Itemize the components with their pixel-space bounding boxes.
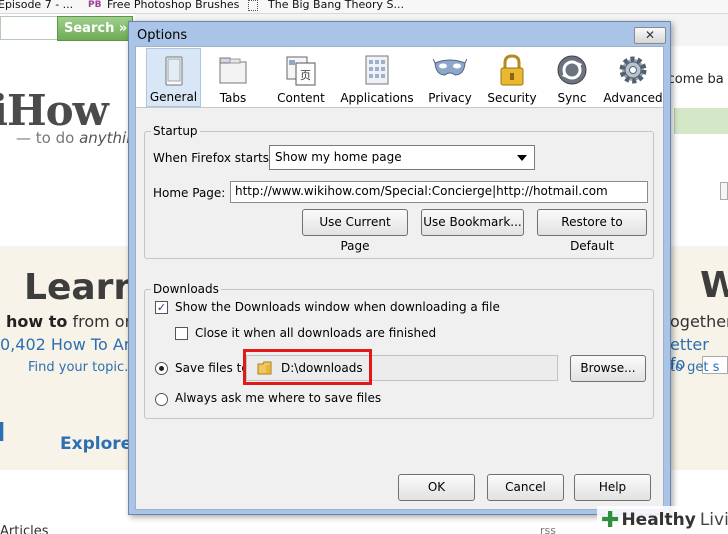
page-icon xyxy=(248,0,258,11)
tab-sync-label: Sync xyxy=(557,91,587,105)
hero-right-link[interactable]: to get s xyxy=(670,360,719,375)
site-tagline: — to do anything xyxy=(16,129,145,147)
always-ask-radio[interactable] xyxy=(155,393,168,406)
sync-icon xyxy=(557,55,587,85)
tagline-prefix: — to do xyxy=(16,129,80,147)
tab-tabs-label: Tabs xyxy=(219,91,247,105)
options-dialog: Options ✕ General Tabs 页 Content Applica… xyxy=(128,21,671,515)
tab-advanced-label: Advanced xyxy=(603,91,663,105)
ok-button[interactable]: OK xyxy=(398,474,475,501)
tab-security[interactable]: Security xyxy=(482,48,542,107)
site-search-bar: Search » xyxy=(0,14,135,46)
hero-howto-bold: how to xyxy=(6,312,68,331)
close-icon: ✕ xyxy=(644,28,656,42)
highlight-box xyxy=(243,349,372,385)
healthy-plus-icon: ✚ xyxy=(601,507,620,533)
when-firefox-starts-select[interactable]: Show my home page xyxy=(269,145,535,170)
hero-left-mark: I xyxy=(0,418,6,448)
dialog-titlebar[interactable]: Options ✕ xyxy=(129,22,670,46)
bookmark-free-photoshop-brushes[interactable]: Free Photoshop Brushes xyxy=(107,0,239,11)
home-page-input[interactable]: http://www.wikihow.com/Special:Concierge… xyxy=(230,181,648,203)
checkmark-icon: ✓ xyxy=(156,301,167,314)
wikihow-logo[interactable]: iHow xyxy=(0,86,109,135)
when-firefox-starts-value: Show my home page xyxy=(275,150,402,164)
help-button[interactable]: Help xyxy=(574,474,651,501)
close-when-finished-label[interactable]: Close it when all downloads are finished xyxy=(195,326,436,340)
cancel-button[interactable]: Cancel xyxy=(487,474,564,501)
tabs-icon xyxy=(219,57,247,84)
when-firefox-starts-label: When Firefox starts: xyxy=(153,151,274,165)
tab-general[interactable]: General xyxy=(146,48,201,107)
close-when-finished-checkbox[interactable] xyxy=(175,327,188,340)
rss-link[interactable]: rss xyxy=(540,524,556,534)
bookmark-episode-7[interactable]: Episode 7 - ... xyxy=(0,0,73,11)
tab-tabs[interactable]: Tabs xyxy=(207,48,259,107)
bookmarks-bar: Episode 7 - ... PB Free Photoshop Brushe… xyxy=(0,0,728,14)
use-bookmark-button[interactable]: Use Bookmark... xyxy=(421,209,524,236)
content-icon: 页 xyxy=(286,56,316,86)
explore-link[interactable]: Explore xyxy=(60,434,132,454)
options-toolbar: General Tabs 页 Content Applications Priv… xyxy=(136,47,663,108)
healthy-living-watermark: ✚ Healthy Living xyxy=(597,506,728,534)
tab-sync[interactable]: Sync xyxy=(546,48,598,107)
downloads-group-title: Downloads xyxy=(151,282,221,296)
hero-howto-rest: from or xyxy=(67,312,132,331)
site-search-input[interactable] xyxy=(0,16,58,40)
restore-to-default-button[interactable]: Restore to Default xyxy=(537,209,647,253)
home-page-label: Home Page: xyxy=(153,186,226,200)
advanced-gear-icon xyxy=(619,56,647,84)
watermark-living: Living xyxy=(699,510,728,530)
find-your-topic-link[interactable]: Find your topic. xyxy=(28,360,128,375)
chevron-down-icon xyxy=(517,155,527,161)
header-right-tab[interactable] xyxy=(674,108,728,134)
startup-group-title: Startup xyxy=(151,124,200,138)
hero-article-count: 0,402 How To Ar xyxy=(0,335,131,354)
dialog-body: General Tabs 页 Content Applications Priv… xyxy=(135,46,664,510)
tab-content[interactable]: 页 Content xyxy=(269,48,333,107)
dialog-title: Options xyxy=(137,28,188,43)
use-current-page-button[interactable]: Use Current Page xyxy=(302,209,408,253)
tab-security-label: Security xyxy=(487,91,537,105)
tab-general-label: General xyxy=(149,90,198,104)
bookmark-big-bang-theory[interactable]: The Big Bang Theory S... xyxy=(268,0,404,11)
security-lock-icon xyxy=(500,54,524,86)
general-icon xyxy=(165,56,182,86)
browse-button[interactable]: Browse... xyxy=(570,355,646,382)
always-ask-label[interactable]: Always ask me where to save files xyxy=(175,391,381,405)
svg-text:页: 页 xyxy=(300,69,311,82)
welcome-text: lcome ba xyxy=(664,72,724,87)
tab-applications[interactable]: Applications xyxy=(337,48,417,107)
save-files-to-radio[interactable] xyxy=(155,362,168,375)
hero-howto-text: how to from or xyxy=(6,312,131,331)
header-right-box[interactable] xyxy=(720,182,728,200)
applications-icon xyxy=(365,55,389,85)
privacy-mask-icon xyxy=(433,58,467,76)
site-search-button[interactable]: Search » xyxy=(57,16,133,41)
save-files-to-label[interactable]: Save files to xyxy=(175,361,249,375)
close-button[interactable]: ✕ xyxy=(634,27,666,44)
tab-privacy-label: Privacy xyxy=(428,91,472,105)
watermark-healthy: Healthy xyxy=(621,510,696,530)
tab-privacy[interactable]: Privacy xyxy=(422,48,478,107)
tab-advanced[interactable]: Advanced xyxy=(603,48,663,107)
hero-right-heading: W xyxy=(700,265,728,306)
show-downloads-window-checkbox[interactable]: ✓ xyxy=(155,301,168,314)
photoshop-brushes-icon: PB xyxy=(88,0,102,10)
show-downloads-window-label[interactable]: Show the Downloads window when downloadi… xyxy=(175,300,500,314)
tab-applications-label: Applications xyxy=(340,91,414,105)
tab-content-label: Content xyxy=(277,91,325,105)
hero-right-line-1: ogether xyxy=(670,312,728,331)
hero-learn-heading: Learn xyxy=(24,267,140,308)
articles-heading: Articles xyxy=(0,524,49,534)
